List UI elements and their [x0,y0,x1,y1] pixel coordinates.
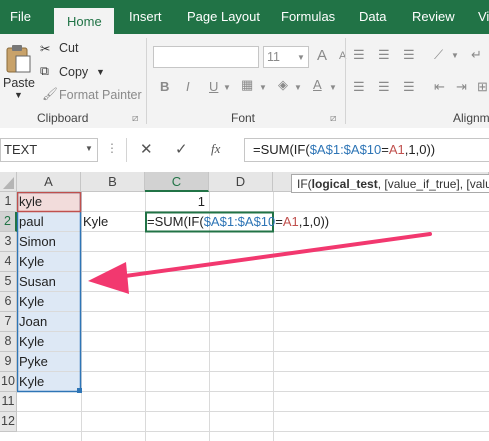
annotation-arrow-icon [88,232,432,294]
